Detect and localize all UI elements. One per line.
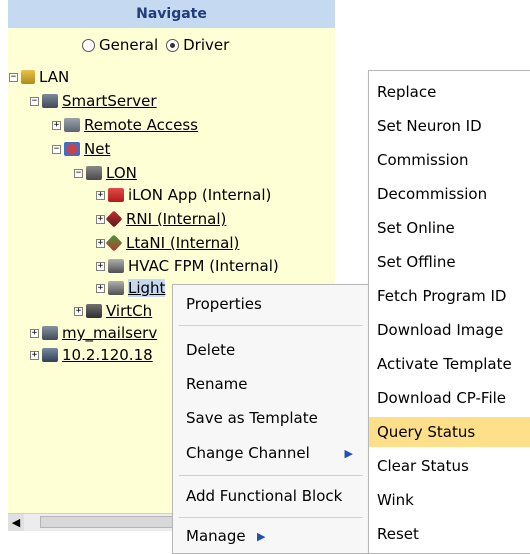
tree-label: LON (106, 164, 137, 182)
menu-item-set-neuron-id[interactable]: Set Neuron ID (369, 117, 530, 139)
collapse-toggle[interactable]: − (9, 72, 18, 82)
menu-item-wink[interactable]: Wink (369, 491, 530, 513)
menu-item-activate-template[interactable]: Activate Template (369, 355, 530, 377)
expand-toggle[interactable]: + (74, 306, 83, 316)
navigate-header: Navigate (8, 0, 335, 28)
expand-toggle[interactable]: + (96, 214, 105, 224)
phone-icon (64, 118, 80, 132)
tree-label: RNI (Internal) (126, 210, 227, 228)
expand-toggle[interactable]: + (52, 120, 61, 130)
tree-label: 10.2.120.18 (62, 346, 153, 364)
tree-node-rni[interactable]: + RNI (Internal) (96, 210, 226, 228)
mode-selector: General Driver (82, 36, 237, 54)
menu-item-add-functional-block[interactable]: Add Functional Block (173, 487, 369, 505)
tree-node-ilon-app[interactable]: + iLON App (Internal) (96, 186, 271, 204)
tree-node-net[interactable]: − Net (52, 140, 110, 158)
network-icon (21, 70, 35, 84)
tree-node-lon[interactable]: − LON (74, 164, 137, 182)
app-icon (108, 188, 124, 202)
tree-label: Light (128, 279, 166, 297)
menu-item-label: Manage (186, 527, 246, 545)
channel-icon (86, 166, 102, 180)
tree-label: HVAC FPM (Internal) (128, 257, 279, 275)
server-icon (42, 94, 58, 108)
computer-icon (42, 348, 58, 362)
tree-label: Remote Access (84, 116, 198, 134)
menu-item-manage[interactable]: Manage ▶ (173, 527, 369, 545)
scroll-left-icon[interactable]: ◀ (8, 514, 24, 531)
menu-item-change-channel[interactable]: Change Channel ▶ (173, 444, 369, 462)
expand-toggle[interactable]: + (30, 328, 39, 338)
tree-node-virtch[interactable]: + VirtCh (74, 302, 152, 320)
menu-item-replace[interactable]: Replace (369, 83, 530, 105)
menu-separator (179, 325, 363, 326)
tree-label: LtaNI (Internal) (126, 234, 240, 252)
computer-icon (42, 326, 58, 340)
menu-item-query-status[interactable]: Query Status (369, 417, 530, 447)
tree-node-smartserver[interactable]: − SmartServer (30, 92, 157, 110)
expand-toggle[interactable]: + (96, 190, 105, 200)
tree-node-light[interactable]: + Light (96, 279, 166, 297)
submenu-arrow-icon: ▶ (344, 447, 353, 460)
menu-item-set-online[interactable]: Set Online (369, 219, 530, 241)
menu-item-set-offline[interactable]: Set Offline (369, 253, 530, 275)
context-menu: Properties Delete Rename Save as Templat… (172, 284, 370, 554)
collapse-toggle[interactable]: − (52, 144, 61, 154)
mode-driver-label: Driver (183, 36, 230, 54)
device-icon (108, 259, 124, 273)
manage-submenu: Replace Set Neuron ID Commission Decommi… (368, 70, 530, 554)
collapse-toggle[interactable]: − (30, 96, 39, 106)
menu-item-save-as-template[interactable]: Save as Template (173, 409, 369, 427)
menu-item-commission[interactable]: Commission (369, 151, 530, 173)
tree-label: iLON App (Internal) (128, 186, 272, 204)
mode-general-label: General (99, 36, 159, 54)
tree-node-hvac[interactable]: + HVAC FPM (Internal) (96, 257, 279, 275)
expand-toggle[interactable]: + (96, 238, 105, 248)
menu-item-decommission[interactable]: Decommission (369, 185, 530, 207)
ltani-icon (105, 234, 123, 252)
mode-general[interactable]: General (82, 36, 158, 54)
tree-label: SmartServer (62, 92, 157, 110)
radio-driver[interactable] (166, 38, 180, 52)
menu-item-label: Change Channel (186, 444, 310, 462)
net-icon (64, 142, 80, 156)
menu-item-clear-status[interactable]: Clear Status (369, 457, 530, 479)
radio-general[interactable] (82, 38, 95, 52)
device-icon (108, 281, 124, 295)
menu-item-fetch-program-id[interactable]: Fetch Program ID (369, 287, 530, 309)
submenu-arrow-icon: ▶ (257, 530, 266, 543)
tree-node-remote-access[interactable]: + Remote Access (52, 116, 198, 134)
tree-node-ip[interactable]: + 10.2.120.18 (30, 346, 153, 364)
expand-toggle[interactable]: + (30, 350, 39, 360)
menu-separator (179, 517, 363, 518)
menu-item-reset[interactable]: Reset (369, 525, 530, 547)
tree-label: VirtCh (106, 302, 153, 320)
menu-item-download-image[interactable]: Download Image (369, 321, 530, 343)
menu-item-rename[interactable]: Rename (173, 375, 369, 393)
collapse-toggle[interactable]: − (74, 168, 83, 178)
expand-toggle[interactable]: + (96, 261, 105, 271)
menu-separator (179, 475, 363, 476)
tree-label: Net (84, 140, 111, 158)
menu-item-download-cp-file[interactable]: Download CP-File (369, 389, 530, 411)
tree-node-ltani[interactable]: + LtaNI (Internal) (96, 234, 239, 252)
tree-label: my_mailserv (62, 324, 158, 342)
tree-label: LAN (39, 68, 70, 86)
virtual-channel-icon (86, 304, 102, 318)
rni-icon (105, 210, 123, 228)
tree-node-mailserver[interactable]: + my_mailserv (30, 324, 157, 342)
menu-item-properties[interactable]: Properties (173, 295, 369, 313)
mode-driver[interactable]: Driver (166, 36, 229, 54)
tree-node-lan[interactable]: − LAN (9, 68, 69, 86)
menu-item-delete[interactable]: Delete (173, 341, 369, 359)
expand-toggle[interactable]: + (96, 283, 105, 293)
